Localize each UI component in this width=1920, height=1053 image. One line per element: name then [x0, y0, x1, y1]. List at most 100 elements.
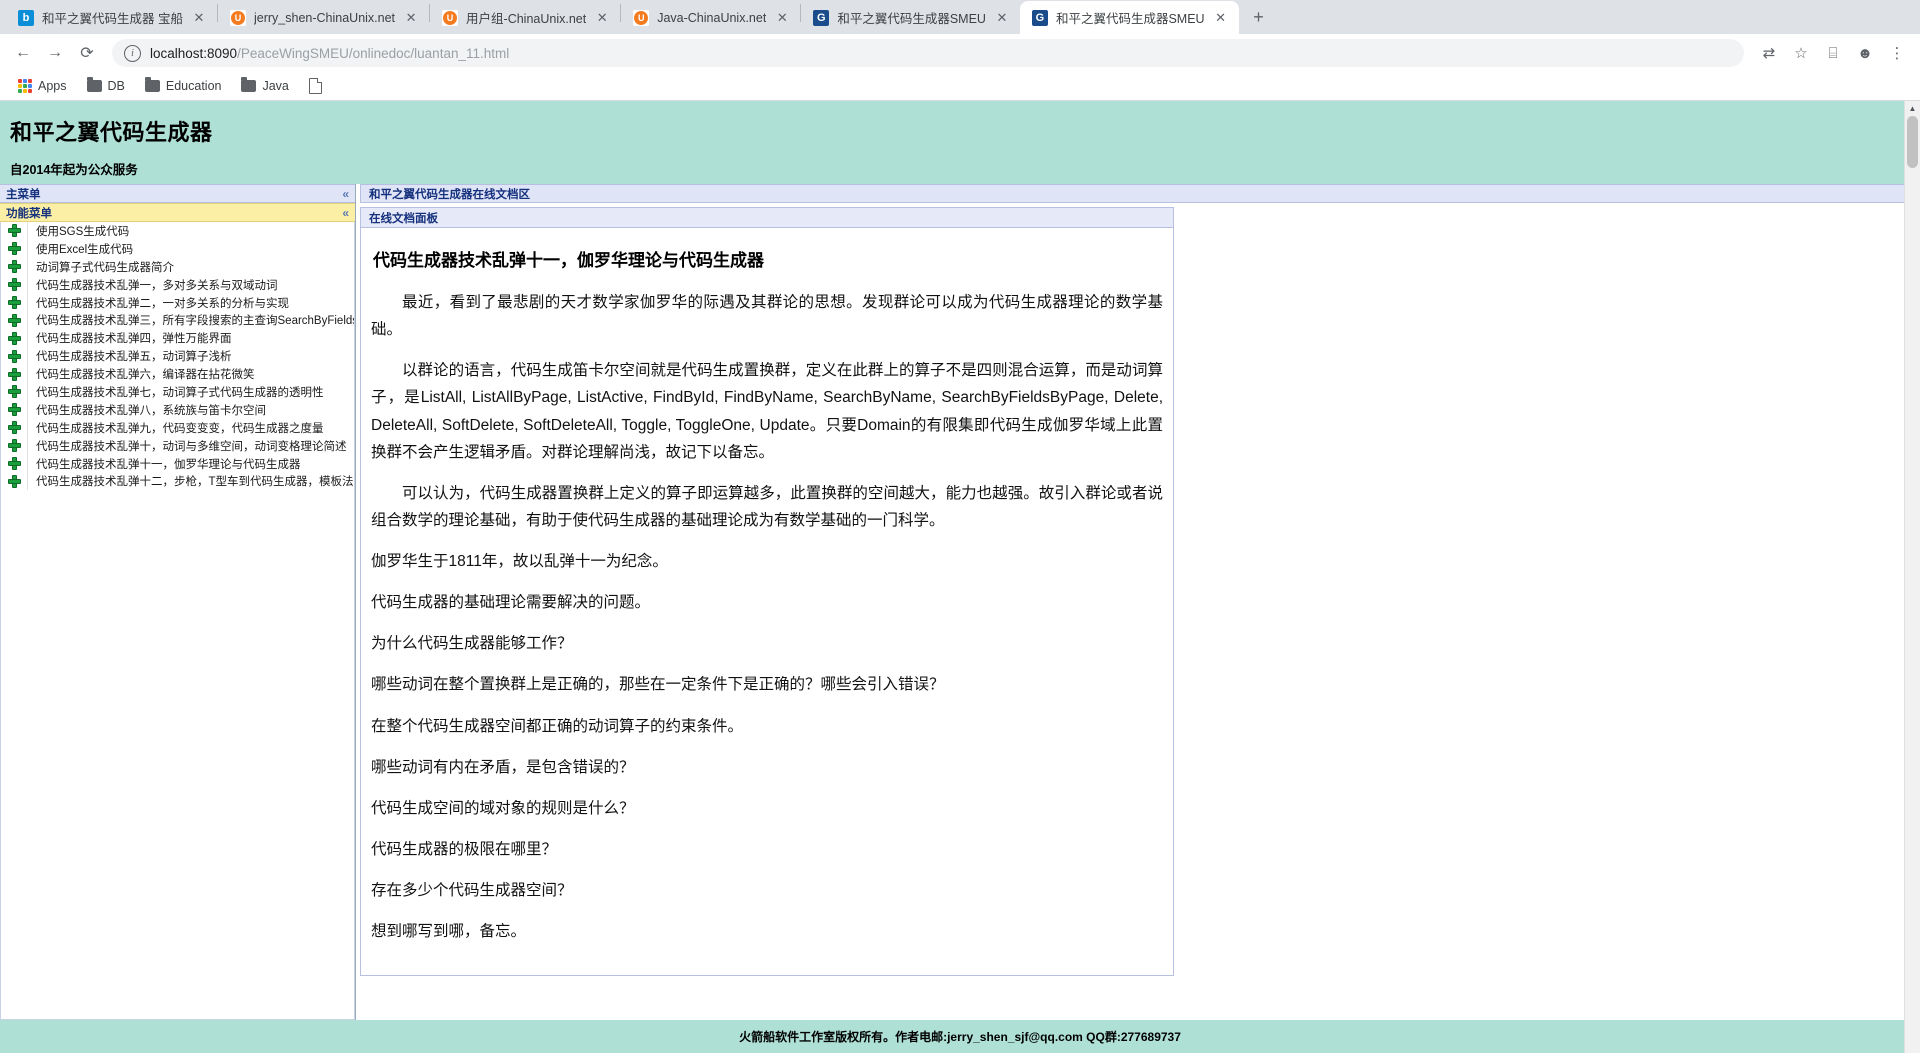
divider — [27, 454, 28, 473]
tab-title: 用户组-ChinaUnix.net — [466, 12, 587, 26]
doc-paragraph: 代码生成空间的域对象的规则是什么？ — [371, 799, 635, 817]
url-path: /PeaceWingSMEU/onlinedoc/luantan_11.html — [237, 45, 510, 61]
scroll-up-icon[interactable]: ▲ — [1905, 101, 1920, 116]
page-subtitle: 自2014年起为公众服务 — [10, 163, 138, 177]
divider — [27, 436, 28, 455]
bookmark-apps[interactable]: Apps — [10, 76, 75, 96]
browser-tab-2[interactable]: U jerry_shen-ChinaUnix.net ✕ — [217, 1, 430, 34]
page-scrollbar[interactable]: ▲ — [1904, 101, 1920, 1053]
tab-close-icon[interactable]: ✕ — [774, 10, 790, 26]
sidebar-item-0[interactable]: 使用SGS生成代码 — [1, 222, 354, 240]
new-tab-button[interactable]: + — [1245, 3, 1273, 31]
divider — [27, 329, 28, 348]
tab-title: 和平之翼代码生成器SMEU — [1055, 12, 1205, 26]
site-header: 和平之翼代码生成器 自2014年起为公众服务 — [0, 101, 1920, 184]
bookmark-label: Java — [262, 79, 289, 93]
divider — [27, 275, 28, 294]
url-host: localhost:8090 — [150, 45, 238, 61]
browser-tab-6-active[interactable]: G 和平之翼代码生成器SMEU ✕ — [1019, 1, 1239, 34]
peacewing-icon: G — [1031, 9, 1048, 26]
plus-icon — [1, 296, 27, 309]
sidebar-item-7[interactable]: 代码生成器技术乱弹五，动词算子浅析 — [1, 347, 354, 366]
sidebar-item-label: 代码生成器技术乱弹四，弹性万能界面 — [36, 333, 232, 346]
sidebar-item-6[interactable]: 代码生成器技术乱弹四，弹性万能界面 — [1, 329, 354, 348]
doc-region-title: 和平之翼代码生成器在线文档区 — [369, 188, 530, 201]
tab-close-icon[interactable]: ✕ — [994, 10, 1010, 26]
document-icon — [308, 78, 322, 94]
sidebar-item-label: 代码生成器技术乱弹九，代码变变变，代码生成器之度量 — [36, 422, 324, 435]
plus-icon — [1, 403, 27, 417]
sidebar: 主菜单 « 功能菜单 « 使用SGS生成代码 使用Excel生成代码 动词算子式… — [0, 184, 356, 1020]
forward-arrow-icon[interactable]: → — [40, 38, 70, 68]
doc-paragraph: 哪些动词在整个置换群上是正确的，那些在一定条件下是正确的？哪些会引入错误？ — [371, 676, 945, 694]
sidebar-item-13[interactable]: 代码生成器技术乱弹十一，伽罗华理论与代码生成器 — [1, 454, 354, 473]
chevron-collapse-icon[interactable]: « — [342, 187, 349, 201]
sidebar-item-9[interactable]: 代码生成器技术乱弹七，动词算子式代码生成器的透明性 — [1, 383, 354, 401]
browser-tab-3[interactable]: U 用户组-ChinaUnix.net ✕ — [430, 1, 621, 34]
doc-paragraph: 以群论的语言，代码生成笛卡尔空间就是代码生成置换群，定义在此群上的算子不是四则混… — [371, 362, 1163, 461]
bookmarks-bar: Apps DB Education Java — [0, 72, 1920, 101]
tab-close-icon[interactable]: ✕ — [1213, 10, 1229, 26]
bookmark-label: Education — [165, 79, 222, 93]
sidebar-item-3[interactable]: 代码生成器技术乱弹一，多对多关系与双域动词 — [1, 275, 354, 294]
folder-icon — [144, 77, 160, 92]
menu-icon[interactable]: ⋮ — [1882, 38, 1912, 68]
sidebar-item-11[interactable]: 代码生成器技术乱弹九，代码变变变，代码生成器之度量 — [1, 418, 354, 437]
address-bar[interactable]: i localhost:8090/PeaceWingSMEU/onlinedoc… — [112, 39, 1744, 67]
sidebar-main-menu-label: 主菜单 — [6, 188, 41, 201]
sidebar-item-1[interactable]: 使用Excel生成代码 — [1, 239, 354, 258]
site-footer: 火箭船软件工作室版权所有。作者电邮:jerry_shen_sjf@qq.com … — [0, 1020, 1920, 1053]
reload-icon[interactable]: ⟳ — [72, 38, 102, 68]
sidebar-item-4[interactable]: 代码生成器技术乱弹二，一对多关系的分析与实现 — [1, 293, 354, 312]
browser-tab-5[interactable]: G 和平之翼代码生成器SMEU ✕ — [801, 1, 1020, 34]
bookmark-java[interactable]: Java — [233, 76, 296, 96]
chinaunix-icon: U — [229, 9, 246, 26]
doc-panel-title: 在线文档面板 — [369, 212, 438, 225]
page-title: 和平之翼代码生成器 — [10, 120, 213, 145]
sidebar-main-menu-header[interactable]: 主菜单 « — [0, 184, 355, 203]
profile-icon[interactable]: ☻ — [1850, 38, 1880, 68]
sidebar-item-10[interactable]: 代码生成器技术乱弹八，系统族与笛卡尔空间 — [1, 400, 354, 419]
sidebar-item-label: 代码生成器技术乱弹八，系统族与笛卡尔空间 — [36, 404, 266, 417]
sidebar-item-label: 使用SGS生成代码 — [36, 225, 130, 238]
sidebar-function-menu-header[interactable]: 功能菜单 « — [0, 203, 355, 222]
doc-paragraph: 在整个代码生成器空间都正确的动词算子的约束条件。 — [371, 717, 744, 735]
translate-icon[interactable]: ⇄ — [1754, 38, 1784, 68]
sidebar-item-2[interactable]: 动词算子式代码生成器简介 — [1, 257, 354, 276]
chevron-expand-icon[interactable]: « — [342, 206, 349, 220]
back-arrow-icon[interactable]: ← — [8, 38, 38, 68]
plus-icon — [1, 224, 27, 238]
address-bar-url: localhost:8090/PeaceWingSMEU/onlinedoc/l… — [150, 46, 509, 61]
sidebar-item-label: 代码生成器技术乱弹十一，伽罗华理论与代码生成器 — [36, 458, 301, 471]
plus-icon — [1, 349, 27, 363]
sidebar-function-menu-label: 功能菜单 — [6, 207, 52, 220]
bookmark-document[interactable] — [301, 75, 330, 97]
footer-text: 火箭船软件工作室版权所有。作者电邮:jerry_shen_sjf@qq.com … — [739, 1030, 1181, 1044]
plus-icon — [1, 367, 27, 381]
sidebar-item-12[interactable]: 代码生成器技术乱弹十，动词与多维空间，动词变格理论简述 — [1, 436, 354, 455]
bookmark-education[interactable]: Education — [137, 76, 230, 96]
tab-close-icon[interactable]: ✕ — [403, 10, 419, 26]
sidebar-menu-list: 使用SGS生成代码 使用Excel生成代码 动词算子式代码生成器简介 代码生成器… — [0, 222, 355, 1020]
bookmark-db[interactable]: DB — [79, 76, 133, 96]
plus-icon — [1, 331, 27, 345]
browser-tab-1[interactable]: b 和平之翼代码生成器 宝船 ✕ — [6, 1, 217, 34]
sidebar-item-8[interactable]: 代码生成器技术乱弹六，编译器在拈花微笑 — [1, 365, 354, 384]
site-info-icon[interactable]: i — [124, 44, 141, 62]
divider — [27, 418, 28, 437]
sidebar-item-14[interactable]: 代码生成器技术乱弹十二，步枪，T型车到代码生成器，模板法的工业魔术 — [1, 472, 354, 491]
divider — [27, 383, 28, 401]
main-content: 和平之翼代码生成器在线文档区 在线文档面板 代码生成器技术乱弹十一，伽罗华理论与… — [356, 184, 1920, 1020]
doc-paragraph: 伽罗华生于1811年，故以乱弹十一为纪念。 — [371, 553, 668, 570]
doc-paragraph: 代码生成器的极限在哪里？ — [371, 840, 558, 858]
scrollbar-thumb[interactable] — [1907, 116, 1918, 168]
sidebar-item-5[interactable]: 代码生成器技术乱弹三，所有字段搜索的主查询SearchByFieldsByPag… — [1, 311, 354, 330]
sidebar-item-label: 代码生成器技术乱弹五，动词算子浅析 — [36, 351, 232, 364]
bookmark-star-icon[interactable]: ☆ — [1786, 38, 1816, 68]
tab-close-icon[interactable]: ✕ — [191, 10, 207, 26]
extension-icon[interactable]: ⌸ — [1818, 38, 1848, 68]
tab-close-icon[interactable]: ✕ — [594, 10, 610, 26]
apps-grid-icon — [18, 79, 32, 93]
page-viewport: 和平之翼代码生成器 自2014年起为公众服务 主菜单 « 功能菜单 « 使用SG… — [0, 101, 1920, 1053]
browser-tab-4[interactable]: U Java-ChinaUnix.net ✕ — [621, 1, 801, 34]
